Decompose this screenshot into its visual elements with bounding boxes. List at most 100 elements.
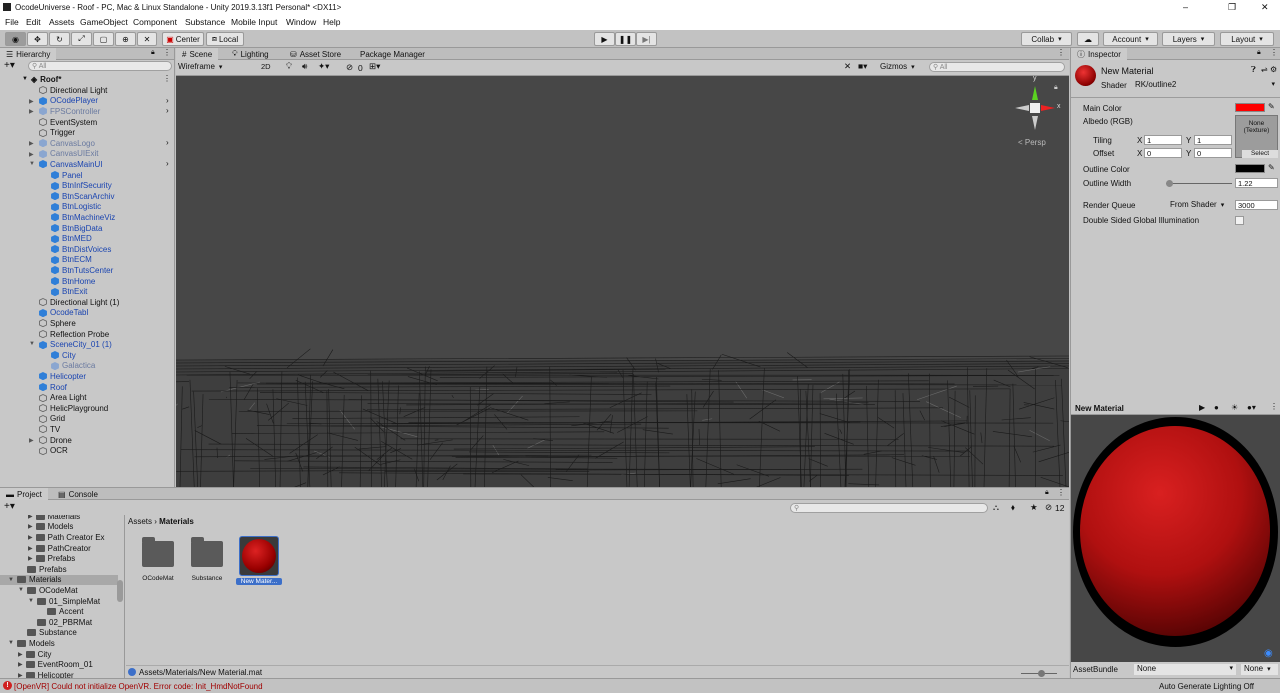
chevron-down-icon[interactable]: ▼ (8, 577, 14, 583)
cloud-button[interactable]: ☁ (1077, 32, 1099, 46)
kebab-menu-icon[interactable]: ⋮ (1057, 48, 1065, 57)
filter-type-icon[interactable]: ⛬ (993, 502, 999, 513)
project-search-input[interactable]: ⚲ (790, 503, 988, 513)
chevron-down-icon[interactable]: ▼ (29, 161, 35, 167)
close-button[interactable]: ✕ (1261, 2, 1269, 13)
folder-tree-item[interactable]: Prefabs (18, 564, 67, 575)
scale-tool-button[interactable]: ⤢ (71, 32, 92, 46)
collab-dropdown[interactable]: Collab (1021, 32, 1072, 46)
tools-icon[interactable]: ✕ (844, 61, 851, 72)
scene-root[interactable]: ▼ ◈ Roof* (22, 74, 61, 85)
tab-scene[interactable]: # Scene (176, 48, 219, 60)
hierarchy-item[interactable]: BtnExit (45, 286, 87, 297)
folder-tree-item[interactable]: ▶ Prefabs (28, 553, 75, 564)
hierarchy-item[interactable]: OCR (33, 445, 68, 456)
transform-tool-button[interactable]: ⊕ (115, 32, 136, 46)
tab-project[interactable]: ▬ Project (0, 488, 48, 500)
gizmos-dropdown[interactable]: Gizmos (880, 62, 915, 71)
lock-icon[interactable]: 🔒︎ (1054, 84, 1058, 92)
persp-label[interactable]: < Persp (1018, 138, 1046, 147)
shader-dropdown[interactable]: RK/outline2 (1133, 80, 1277, 91)
folder-tree-item[interactable]: ▶ EventRoom_01 (18, 659, 93, 670)
asset-new-material[interactable]: New Mater... (236, 536, 282, 588)
eyedropper-icon[interactable]: ✎ (1268, 102, 1275, 111)
chevron-down-icon[interactable]: ▼ (18, 587, 24, 593)
render-queue-field[interactable]: 3000 (1235, 200, 1278, 210)
folder-tree-item[interactable]: ▶ Models (28, 522, 73, 533)
tab-console[interactable]: ▤ Console (52, 488, 104, 500)
preset-icon[interactable]: ⇌ (1261, 65, 1268, 74)
chevron-right-icon[interactable]: ▶ (29, 98, 34, 105)
sphere-icon[interactable]: ● (1214, 403, 1219, 412)
kebab-menu-icon[interactable]: ⋮ (1270, 402, 1278, 411)
chevron-right-icon[interactable]: ▶ (28, 545, 33, 552)
tiling-x-field[interactable]: 1 (1144, 135, 1182, 145)
hierarchy-item[interactable]: BtnScanArchiv (45, 191, 114, 202)
lock-icon[interactable]: 🔒︎ (1257, 49, 1261, 57)
effects-dropdown-icon[interactable]: ✦▾ (318, 61, 329, 72)
hierarchy-item[interactable]: ▼ SceneCity_01 (1) (29, 339, 112, 350)
lock-icon[interactable]: 🔒︎ (151, 49, 155, 57)
hierarchy-item[interactable]: Grid (33, 414, 65, 425)
hierarchy-item[interactable]: BtnMED (45, 233, 92, 244)
step-button[interactable]: ▶| (636, 32, 657, 46)
kebab-menu-icon[interactable]: ⋮ (1270, 48, 1278, 57)
outline-width-slider[interactable] (1165, 180, 1232, 187)
folder-tree-item[interactable]: Accent (38, 606, 83, 617)
chevron-right-icon[interactable]: ▶ (28, 523, 33, 530)
custom-tool-button[interactable]: ✕ (137, 32, 157, 46)
hierarchy-item[interactable]: Reflection Probe (33, 329, 109, 340)
rect-tool-button[interactable]: ▢ (93, 32, 114, 46)
kebab-menu-icon[interactable]: ⋮ (1057, 488, 1065, 497)
play-button[interactable]: ▶ (594, 32, 615, 46)
hidden-objects-icon[interactable]: ⊘ (346, 62, 353, 73)
asset-folder-ocodemat[interactable]: OCodeMat (137, 537, 179, 589)
hierarchy-item[interactable]: HelicPlayground (33, 403, 108, 414)
hierarchy-search-input[interactable]: ⚲ All (28, 61, 172, 71)
hand-tool-button[interactable]: ◉ (5, 32, 26, 46)
tab-asset-store[interactable]: ⛁ Asset Store (284, 48, 347, 60)
main-color-swatch[interactable] (1235, 103, 1265, 112)
tree-scrollbar[interactable] (117, 580, 123, 602)
create-asset-button[interactable]: +▾ (4, 501, 15, 512)
hierarchy-item[interactable]: Roof (33, 382, 67, 393)
kebab-menu-icon[interactable]: ⋮ (163, 74, 171, 83)
chevron-right-icon[interactable]: ▶ (28, 534, 33, 541)
hierarchy-item[interactable]: TV (33, 424, 60, 435)
light-toggle-icon[interactable]: 💡︎ (286, 61, 292, 72)
rotate-tool-button[interactable]: ↻ (49, 32, 70, 46)
chevron-right-icon[interactable]: ▶ (18, 661, 23, 668)
pivot-local-button[interactable]: ⧈ Local (206, 32, 244, 46)
icon-size-handle[interactable] (1038, 670, 1045, 677)
slider-handle[interactable] (1165, 180, 1173, 187)
offset-y-field[interactable]: 0 (1194, 148, 1232, 158)
hierarchy-item[interactable]: ▼ CanvasMainUI (29, 159, 102, 170)
layers-dropdown[interactable]: Layers (1162, 32, 1215, 46)
select-texture-button[interactable]: Select (1242, 150, 1278, 158)
help-icon[interactable]: ❓︎ (1251, 65, 1256, 75)
mode-2d-toggle[interactable]: 2D (261, 62, 271, 71)
hierarchy-item[interactable]: Directional Light (1) (33, 297, 119, 308)
minimize-button[interactable]: – (1183, 2, 1188, 12)
offset-x-field[interactable]: 0 (1144, 148, 1182, 158)
menu-substance[interactable]: Substance (185, 17, 225, 27)
hierarchy-item[interactable]: BtnInfSecurity (45, 180, 112, 191)
tab-package-manager[interactable]: Package Manager (354, 48, 431, 60)
chevron-right-icon[interactable]: ▶ (28, 555, 33, 562)
chevron-right-icon[interactable]: ▶ (29, 151, 34, 158)
hierarchy-item[interactable]: BtnLogistic (45, 202, 101, 213)
hierarchy-item[interactable]: ▶ Drone (29, 435, 72, 446)
tab-lighting[interactable]: 💡︎ Lighting (226, 48, 275, 60)
menu-file[interactable]: File (5, 17, 19, 27)
chevron-right-icon[interactable]: ▶ (18, 651, 23, 658)
draw-mode-dropdown[interactable]: Wireframe (178, 62, 256, 73)
folder-tree-item[interactable]: ▼ Materials (0, 574, 118, 586)
filter-label-icon[interactable]: ⬧ (1011, 502, 1015, 513)
hierarchy-item[interactable]: BtnBigData (45, 223, 102, 234)
assetbundle-variant-dropdown[interactable]: None (1241, 664, 1278, 675)
menu-help[interactable]: Help (323, 17, 340, 27)
hierarchy-item[interactable]: BtnECM (45, 255, 92, 266)
hierarchy-item[interactable]: Directional Light (33, 85, 107, 96)
tab-hierarchy[interactable]: ☰ Hierarchy (0, 48, 57, 60)
outline-width-field[interactable]: 1.22 (1235, 178, 1278, 188)
